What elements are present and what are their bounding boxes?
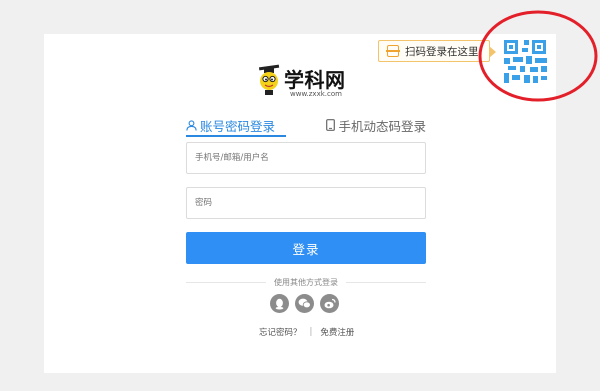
user-icon: [186, 119, 197, 131]
weibo-icon: [324, 298, 336, 309]
qq-login-button[interactable]: [270, 294, 289, 313]
tab-password-label: 账号密码登录: [200, 118, 276, 134]
mascot-icon: [258, 64, 280, 95]
divider-line: [346, 281, 426, 283]
tab-sms-label: 手机动态码登录: [338, 118, 426, 134]
qr-code-icon[interactable]: [502, 38, 550, 86]
site-logo[interactable]: 学科网 www.zxxk.com: [256, 64, 376, 102]
qr-tip-label: 扫码登录在这里: [405, 45, 479, 58]
active-tab-indicator: [186, 135, 286, 137]
wechat-icon: [298, 298, 311, 309]
other-login-divider: 使用其他方式登录: [186, 276, 426, 288]
login-button[interactable]: 登录: [186, 232, 426, 264]
qq-icon: [275, 298, 284, 309]
tab-password-login[interactable]: 账号密码登录: [186, 116, 275, 134]
register-link[interactable]: 免费注册: [320, 326, 354, 338]
weibo-login-button[interactable]: [320, 294, 339, 313]
link-separator: |: [309, 327, 313, 337]
username-input[interactable]: [186, 142, 426, 174]
divider-line: [186, 281, 266, 283]
wechat-login-button[interactable]: [295, 294, 314, 313]
footer-links: 忘记密码？ | 免费注册: [259, 326, 354, 338]
forgot-password-link[interactable]: 忘记密码？: [259, 326, 302, 338]
logo-url: www.zxxk.com: [290, 90, 342, 98]
tab-sms-login[interactable]: 手机动态码登录: [326, 116, 426, 134]
login-tabs: 账号密码登录 手机动态码登录: [186, 116, 426, 136]
logo-text: 学科网: [284, 68, 346, 92]
password-input[interactable]: [186, 187, 426, 219]
other-login-label: 使用其他方式登录: [274, 277, 338, 287]
social-login-group: [270, 294, 339, 313]
scan-icon: [386, 45, 400, 57]
qr-login-tooltip[interactable]: 扫码登录在这里: [378, 40, 495, 62]
phone-icon: [326, 119, 336, 131]
